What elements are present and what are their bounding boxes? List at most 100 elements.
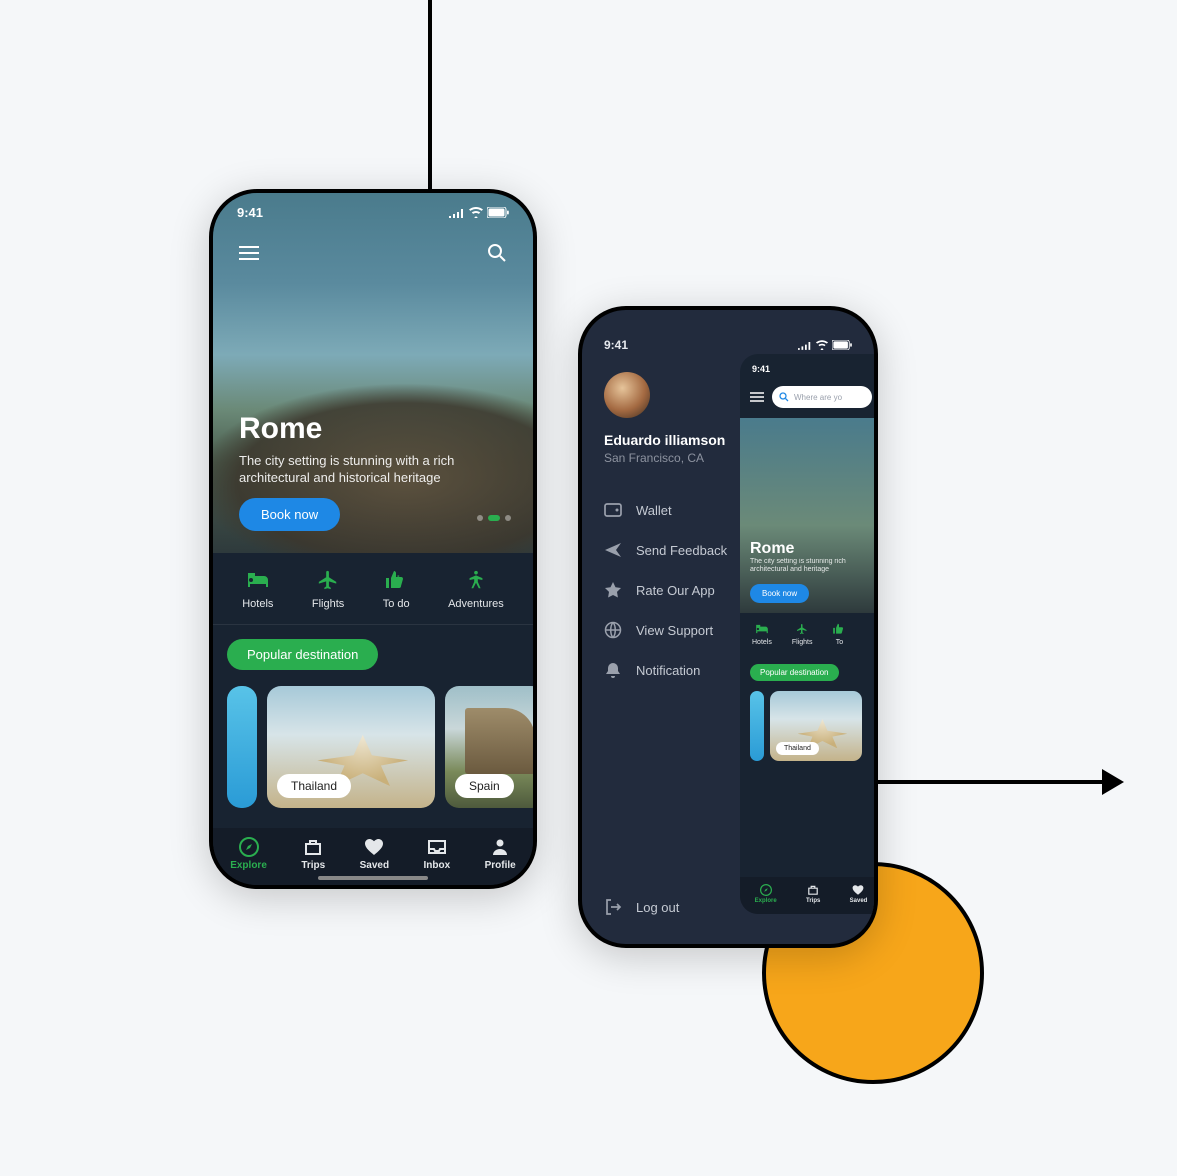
category-label: Hotels <box>752 639 772 646</box>
category-adventures[interactable]: Adventures <box>448 569 504 610</box>
destination-card-label: Thailand <box>277 774 351 798</box>
plane-icon <box>795 623 809 635</box>
compass-icon <box>239 837 259 857</box>
search-placeholder: Where are yo <box>794 393 842 402</box>
book-now-button[interactable]: Book now <box>239 498 340 531</box>
category-todo[interactable]: To do <box>383 569 410 610</box>
tab-label: Explore <box>755 898 777 904</box>
destination-card-peek[interactable] <box>750 691 764 761</box>
category-flights[interactable]: Flights <box>792 623 813 646</box>
tab-explore[interactable]: Explore <box>755 884 777 904</box>
phone-explore-screen: 9:41 Rome The city setting is stunning w… <box>209 189 537 889</box>
status-icons <box>798 338 852 352</box>
tab-explore[interactable]: Explore <box>230 837 267 871</box>
category-label: Hotels <box>242 598 273 610</box>
globe-icon <box>604 621 622 639</box>
category-label: Flights <box>312 598 344 610</box>
hero-subtitle: The city setting is stunning with a rich… <box>239 452 469 487</box>
category-label: To do <box>383 598 410 610</box>
popular-section: Popular destination Thailand Spain <box>213 625 533 808</box>
drawer-item-logout[interactable]: Log out <box>604 898 679 916</box>
wallet-icon <box>604 501 622 519</box>
carousel-dot[interactable] <box>477 515 483 521</box>
hero-section: 9:41 Rome The city setting is stunning w… <box>213 193 533 553</box>
tab-label: Trips <box>301 860 325 871</box>
category-label: Adventures <box>448 598 504 610</box>
decorative-vertical-line <box>428 0 432 205</box>
book-now-button[interactable]: Book now <box>750 584 809 603</box>
logout-icon <box>604 898 622 916</box>
drawer-item-label: Notification <box>636 663 700 678</box>
briefcase-icon <box>303 837 323 857</box>
tab-trips[interactable]: Trips <box>806 884 820 904</box>
home-indicator <box>318 876 428 880</box>
tab-label: Inbox <box>424 860 451 871</box>
popular-heading-pill: Popular destination <box>750 664 839 681</box>
menu-button[interactable] <box>235 239 263 267</box>
tab-saved[interactable]: Saved <box>360 837 389 871</box>
tab-label: Saved <box>360 860 389 871</box>
tab-profile[interactable]: Profile <box>485 837 516 871</box>
canvas: 9:41 Rome The city setting is stunning w… <box>0 0 1177 1176</box>
hamburger-icon <box>239 246 259 260</box>
status-icons <box>449 207 509 218</box>
drawer-item-label: View Support <box>636 623 713 638</box>
popular-cards-row: Thailand <box>740 681 878 761</box>
send-icon <box>604 541 622 559</box>
category-flights[interactable]: Flights <box>312 569 344 610</box>
search-button[interactable] <box>483 239 511 267</box>
destination-card-spain[interactable]: Spain <box>445 686 533 808</box>
user-avatar[interactable] <box>604 372 650 418</box>
compass-icon <box>760 884 772 896</box>
star-icon <box>604 581 622 599</box>
status-time: 9:41 <box>604 338 628 352</box>
bell-icon <box>604 661 622 679</box>
top-bar: Where are yo <box>740 384 878 410</box>
search-input[interactable]: Where are yo <box>772 386 872 408</box>
heart-icon <box>364 837 384 857</box>
category-label: To <box>836 639 843 646</box>
destination-card-label: Thailand <box>776 742 819 755</box>
carousel-dot-active[interactable] <box>488 515 500 521</box>
category-hotels[interactable]: Hotels <box>242 569 273 610</box>
drawer-item-label: Wallet <box>636 503 672 518</box>
bed-icon <box>246 569 270 591</box>
status-bar: 9:41 <box>213 205 533 220</box>
phone-drawer-screen: 9:41 Eduardo illiamson San Francisco, CA… <box>578 306 878 948</box>
category-row: Hotels Flights To do Adventures <box>213 553 533 625</box>
tab-label: Explore <box>230 860 267 871</box>
tab-label: Profile <box>485 860 516 871</box>
destination-card-label: Spain <box>455 774 514 798</box>
decorative-arrow-head <box>1102 769 1124 795</box>
popular-cards-row[interactable]: Thailand Spain <box>213 670 533 808</box>
bottom-tab-bar: Explore Trips Saved Inbox Profile <box>213 828 533 885</box>
tab-saved[interactable]: Saved <box>850 884 868 904</box>
tab-inbox[interactable]: Inbox <box>424 837 451 871</box>
category-hotels[interactable]: Hotels <box>752 623 772 646</box>
thumbs-icon <box>832 623 846 635</box>
heart-icon <box>852 884 864 896</box>
carousel-dots <box>477 515 511 521</box>
top-bar <box>213 239 533 267</box>
popular-heading-pill: Popular destination <box>227 639 378 670</box>
tab-trips[interactable]: Trips <box>301 837 325 871</box>
category-todo[interactable]: To <box>832 623 846 646</box>
status-time: 9:41 <box>752 364 770 374</box>
hero-section: Rome The city setting is stunning rich a… <box>740 418 878 613</box>
inbox-icon <box>427 837 447 857</box>
status-bar: 9:41 <box>604 338 852 352</box>
destination-card-peek[interactable] <box>227 686 257 808</box>
destination-card-thailand[interactable]: Thailand <box>267 686 435 808</box>
destination-card-thailand[interactable]: Thailand <box>770 691 862 761</box>
hero-subtitle: The city setting is stunning rich archit… <box>750 558 860 576</box>
search-icon <box>487 243 507 263</box>
carousel-dot[interactable] <box>505 515 511 521</box>
user-icon <box>490 837 510 857</box>
hero-text-block: Rome The city setting is stunning with a… <box>239 412 507 487</box>
thumbs-icon <box>384 569 408 591</box>
hero-title: Rome <box>750 540 860 558</box>
tab-label: Trips <box>806 898 820 904</box>
tab-label: Saved <box>850 898 868 904</box>
background-screen-preview[interactable]: 9:41 Where are yo Rome The city setting … <box>740 354 878 914</box>
drawer-item-label: Rate Our App <box>636 583 715 598</box>
